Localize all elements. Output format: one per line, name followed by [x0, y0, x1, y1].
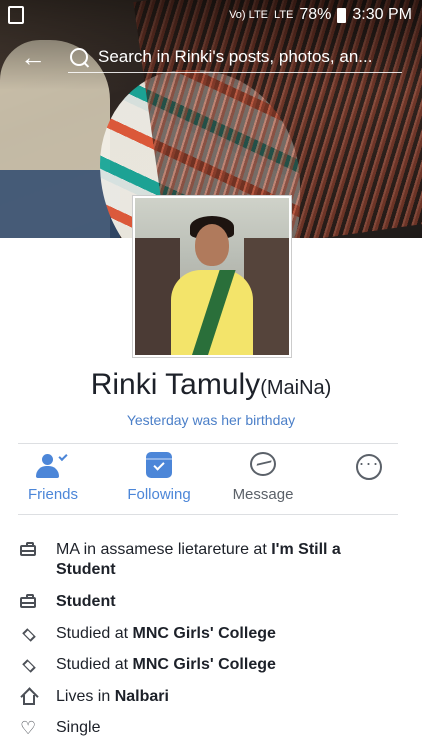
intro-prefix: MA in assamese lietareture at — [56, 541, 272, 558]
message-button[interactable]: Message — [208, 450, 318, 503]
status-bar: Vo) LTE LTE 78% 3:30 PM — [0, 0, 422, 30]
intro-prefix: Studied at — [56, 656, 133, 673]
signal-label: LTE — [274, 9, 294, 21]
graduation-cap-icon — [20, 626, 38, 644]
intro-text: Studied at MNC Girls' College — [56, 624, 396, 644]
friends-icon — [0, 450, 108, 480]
intro-prefix: Single — [56, 719, 101, 736]
clock: 3:30 PM — [352, 6, 412, 23]
graduation-cap-icon — [20, 657, 38, 675]
back-arrow-icon[interactable]: ← — [20, 44, 46, 70]
friends-label: Friends — [27, 486, 79, 503]
home-icon — [20, 689, 38, 707]
profile-alternate-name: (MaiNa) — [260, 377, 332, 399]
message-label: Message — [232, 486, 294, 503]
briefcase-icon — [20, 542, 38, 560]
battery-icon — [337, 7, 347, 23]
following-icon — [104, 450, 214, 480]
intro-text: Studied at MNC Girls' College — [56, 655, 396, 675]
following-button[interactable]: Following — [104, 450, 214, 503]
intro-bold: Nalbari — [114, 688, 169, 705]
search-placeholder: Search in Rinki's posts, photos, an... — [98, 47, 373, 66]
profile-name-row: Rinki Tamuly(MaiNa) — [0, 368, 422, 402]
profile-picture[interactable] — [133, 196, 291, 357]
more-button[interactable]: ··· — [313, 450, 422, 480]
intro-text: Single — [56, 718, 396, 738]
divider — [18, 443, 398, 444]
battery-percent: 78% — [299, 6, 332, 23]
more-icon: ··· — [313, 450, 422, 480]
intro-text: Student — [56, 592, 396, 612]
following-label: Following — [127, 486, 191, 503]
search-header: ← Search in Rinki's posts, photos, an... — [0, 36, 422, 80]
intro-bold: MNC Girls' College — [132, 625, 276, 642]
search-icon — [70, 48, 88, 66]
intro-bold: MNC Girls' College — [132, 656, 276, 673]
friends-button[interactable]: Friends — [0, 450, 108, 503]
messenger-icon — [208, 450, 318, 480]
intro-prefix: Studied at — [56, 625, 133, 642]
profile-name: Rinki Tamuly — [90, 368, 261, 401]
search-input[interactable]: Search in Rinki's posts, photos, an... — [68, 42, 402, 73]
birthday-note[interactable]: Yesterday was her birthday — [0, 412, 422, 428]
intro-prefix: Lives in — [56, 688, 115, 705]
heart-icon: ♡ — [20, 718, 37, 738]
avatar-face — [195, 224, 229, 266]
profile-actions: Friends Following Message ··· — [0, 450, 422, 510]
intro-text: Lives in Nalbari — [56, 687, 396, 707]
divider — [18, 514, 398, 515]
screenshot-icon — [8, 6, 24, 24]
status-right: Vo) LTE LTE 78% 3:30 PM — [229, 6, 412, 24]
intro-text: MA in assamese lietareture at I'm Still … — [56, 540, 396, 580]
briefcase-icon — [20, 594, 38, 612]
intro-bold: Student — [56, 593, 116, 610]
network-indicator: Vo) LTE — [229, 9, 269, 21]
